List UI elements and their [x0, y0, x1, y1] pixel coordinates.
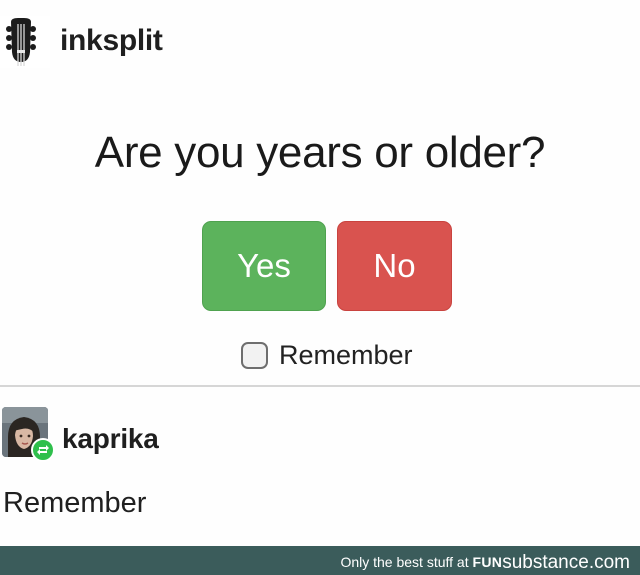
watermark-prefix: Only the best stuff at — [340, 554, 469, 570]
reply-username[interactable]: kaprika — [62, 423, 159, 455]
remember-checkbox[interactable] — [241, 342, 268, 369]
post-divider — [0, 385, 640, 387]
watermark-brand-substance: substance — [502, 552, 589, 573]
yes-button[interactable]: Yes — [202, 221, 326, 311]
screenshot: inksplit Are you years or older? Yes No … — [0, 0, 640, 575]
watermark-brand-suffix: .com — [588, 552, 630, 573]
remember-option[interactable]: Remember — [241, 340, 413, 371]
no-button[interactable]: No — [337, 221, 452, 311]
reblog-icon — [31, 438, 55, 462]
age-question: Are you years or older? — [94, 128, 546, 177]
remember-label[interactable]: Remember — [279, 340, 413, 371]
watermark-brand-fun: FUN — [472, 554, 503, 570]
watermark-banner: Only the best stuff at FUNsubstance.com — [0, 546, 640, 575]
reply-text: Remember — [3, 487, 147, 519]
watermark-text: Only the best stuff at FUNsubstance.com — [340, 552, 630, 574]
post-username[interactable]: inksplit — [60, 24, 163, 58]
guitar-headstock-icon[interactable] — [0, 16, 50, 68]
